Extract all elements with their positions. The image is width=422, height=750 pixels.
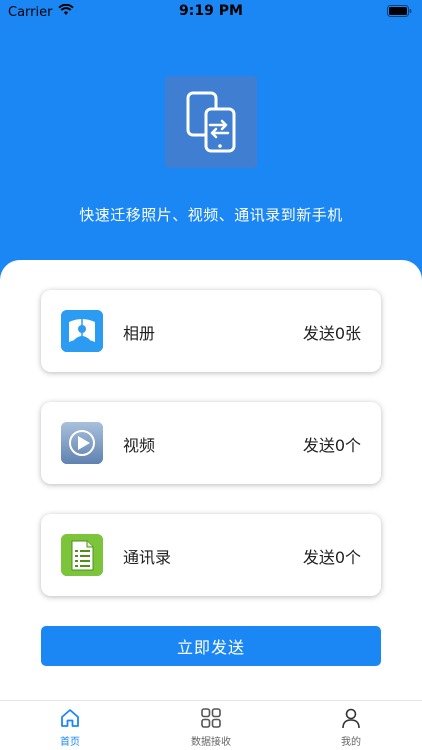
video-label: 视频: [123, 436, 156, 455]
home-icon: [20, 707, 120, 729]
contacts-label: 通讯录: [123, 548, 172, 567]
user-icon: [301, 707, 401, 729]
contacts-document-icon: [61, 534, 103, 576]
video-card[interactable]: 视频 发送0个: [41, 402, 381, 484]
hero-tagline: 快速迁移照片、视频、通讯录到新手机: [79, 206, 343, 224]
phone-transfer-icon: [165, 76, 257, 168]
status-time: 9:19 PM: [179, 3, 243, 19]
album-card[interactable]: 相册 发送0张: [41, 290, 381, 372]
tab-mine-label: 我的: [341, 737, 361, 748]
tab-mine[interactable]: 我的: [301, 707, 401, 748]
video-play-icon: [61, 422, 103, 464]
video-status: 发送0个: [302, 436, 361, 455]
photo-album-icon: [61, 310, 103, 352]
tab-data-receive[interactable]: 数据接收: [161, 707, 261, 748]
status-bar: Carrier 9:19 PM: [0, 0, 422, 24]
contacts-card[interactable]: 通讯录 发送0个: [41, 514, 381, 596]
tab-home[interactable]: 首页: [20, 707, 120, 748]
tab-data-receive-label: 数据接收: [191, 737, 231, 748]
contacts-status: 发送0个: [302, 548, 361, 567]
send-now-button[interactable]: 立即发送: [41, 626, 381, 666]
album-status: 发送0张: [302, 324, 361, 343]
battery-icon: [387, 5, 412, 21]
grid-icon: [161, 707, 261, 729]
tab-bar: 首页 数据接收 我的: [0, 700, 422, 750]
tab-home-label: 首页: [60, 737, 80, 748]
album-label: 相册: [123, 324, 156, 343]
